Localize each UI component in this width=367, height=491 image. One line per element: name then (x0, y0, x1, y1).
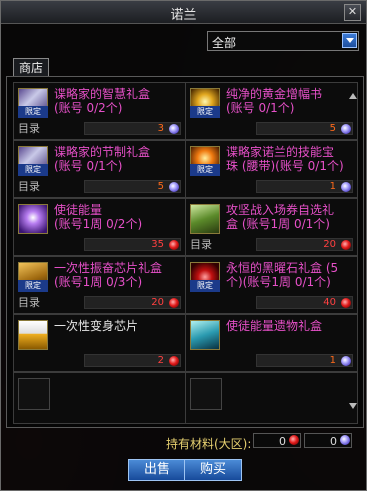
price-box: 1 (256, 180, 353, 193)
materials-label: 持有材料(大区): (166, 437, 252, 451)
scroll-down-icon[interactable] (347, 401, 359, 411)
item-name: 谍略家的智慧礼盒 (账号 0/2个) (54, 87, 151, 115)
catalog-label[interactable]: 目录 (190, 238, 218, 251)
shop-window: 诺兰 ✕ 全部 商店 限定 谍略家的智慧礼盒 (账号 0/2个) 目录 3 限定 … (0, 0, 367, 491)
empty-slot (185, 372, 358, 424)
shop-item[interactable]: 限定 谍略家的智慧礼盒 (账号 0/2个) 目录 3 (13, 82, 186, 140)
blue-material-count: 0 (304, 433, 352, 448)
catalog-label[interactable]: 目录 (18, 296, 46, 309)
empty-slot (13, 372, 186, 424)
price-box: 1 (256, 354, 353, 367)
item-price: 40 (323, 297, 336, 308)
sell-button[interactable]: 出售 (128, 459, 186, 481)
blue-crystal-icon (169, 124, 179, 134)
red-crystal-icon (169, 240, 179, 250)
title-bar[interactable]: 诺兰 ✕ (1, 1, 366, 24)
limited-badge: 限定 (18, 164, 48, 176)
price-box: 5 (84, 180, 181, 193)
red-crystal-icon (169, 298, 179, 308)
item-name: 纯净的黄金增幅书 (账号 0/1个) (226, 87, 323, 115)
price-box: 20 (84, 296, 181, 309)
chevron-down-icon[interactable] (342, 33, 357, 48)
item-price: 1 (329, 181, 336, 192)
blue-crystal-icon (169, 182, 179, 192)
item-price: 20 (323, 239, 336, 250)
blue-crystal-icon (340, 435, 350, 445)
apostle-energy-icon (18, 204, 48, 234)
item-name: 使徒能量 (账号1周 0/2个) (54, 203, 143, 231)
red-crystal-icon (169, 356, 179, 366)
red-material-value: 0 (279, 435, 286, 448)
item-name: 谍略家诺兰的技能宝珠 (腰带)(账号 0/1个) (226, 145, 344, 173)
item-price: 35 (151, 239, 164, 250)
limited-badge: 限定 (190, 280, 220, 292)
transform-chip-icon (18, 320, 48, 350)
item-name: 攻坚战入场券自选礼盒 (账号1周 0/1个) (226, 203, 335, 231)
shop-item[interactable]: 使徒能量 (账号1周 0/2个) 35 (13, 198, 186, 256)
price-box: 5 (256, 122, 353, 135)
item-price: 20 (151, 297, 164, 308)
price-box: 20 (256, 238, 353, 251)
item-price: 5 (157, 181, 164, 192)
shop-item[interactable]: 限定 永恒的黑曜石礼盒 (5 个)(账号1周 0/1个) 40 (185, 256, 358, 314)
close-button[interactable]: ✕ (344, 4, 361, 21)
shop-item[interactable]: 一次性变身芯片 2 (13, 314, 186, 372)
limited-badge: 限定 (18, 280, 48, 292)
blue-material-value: 0 (330, 435, 337, 448)
shop-item[interactable]: 限定 谍略家的节制礼盒 (账号 0/1个) 目录 5 (13, 140, 186, 198)
shop-item[interactable]: 限定 纯净的黄金增幅书 (账号 0/1个) 5 (185, 82, 358, 140)
shop-item[interactable]: 使徒能量遗物礼盒 1 (185, 314, 358, 372)
item-price: 3 (157, 123, 164, 134)
relic-box-icon (190, 320, 220, 350)
red-material-count: 0 (253, 433, 301, 448)
item-price: 5 (329, 123, 336, 134)
item-list-panel: 限定 谍略家的智慧礼盒 (账号 0/2个) 目录 3 限定 纯净的黄金增幅书 (账号… (6, 76, 364, 428)
window-title: 诺兰 (170, 8, 197, 23)
price-box: 35 (84, 238, 181, 251)
item-price: 2 (157, 355, 164, 366)
item-name: 谍略家的节制礼盒 (账号 0/1个) (54, 145, 151, 173)
price-box: 2 (84, 354, 181, 367)
buy-button[interactable]: 购买 (184, 459, 242, 481)
limited-badge: 限定 (18, 106, 48, 118)
item-price: 1 (329, 355, 336, 366)
price-box: 3 (84, 122, 181, 135)
empty-item-slot (18, 378, 50, 410)
tab-shop[interactable]: 商店 (13, 58, 49, 77)
limited-badge: 限定 (190, 164, 220, 176)
item-name: 一次性振奋芯片礼盒 (账号1周 0/3个) (54, 261, 163, 289)
item-name: 使徒能量遗物礼盒 (226, 319, 323, 333)
ticket-box-icon (190, 204, 220, 234)
catalog-label[interactable]: 目录 (18, 122, 46, 135)
red-crystal-icon (289, 435, 299, 445)
shop-item[interactable]: 攻坚战入场券自选礼盒 (账号1周 0/1个) 目录 20 (185, 198, 358, 256)
catalog-label[interactable]: 目录 (18, 180, 46, 193)
limited-badge: 限定 (190, 106, 220, 118)
item-name: 一次性变身芯片 (54, 319, 139, 333)
scrollbar[interactable] (347, 91, 359, 411)
category-dropdown[interactable]: 全部 (207, 31, 359, 51)
category-dropdown-value: 全部 (212, 36, 237, 50)
price-box: 40 (256, 296, 353, 309)
empty-item-slot (190, 378, 222, 410)
shop-item[interactable]: 限定 谍略家诺兰的技能宝珠 (腰带)(账号 0/1个) 1 (185, 140, 358, 198)
item-name: 永恒的黑曜石礼盒 (5 个)(账号1周 0/1个) (226, 261, 339, 289)
shop-item[interactable]: 限定 一次性振奋芯片礼盒 (账号1周 0/3个) 目录 20 (13, 256, 186, 314)
scroll-up-icon[interactable] (347, 91, 359, 101)
